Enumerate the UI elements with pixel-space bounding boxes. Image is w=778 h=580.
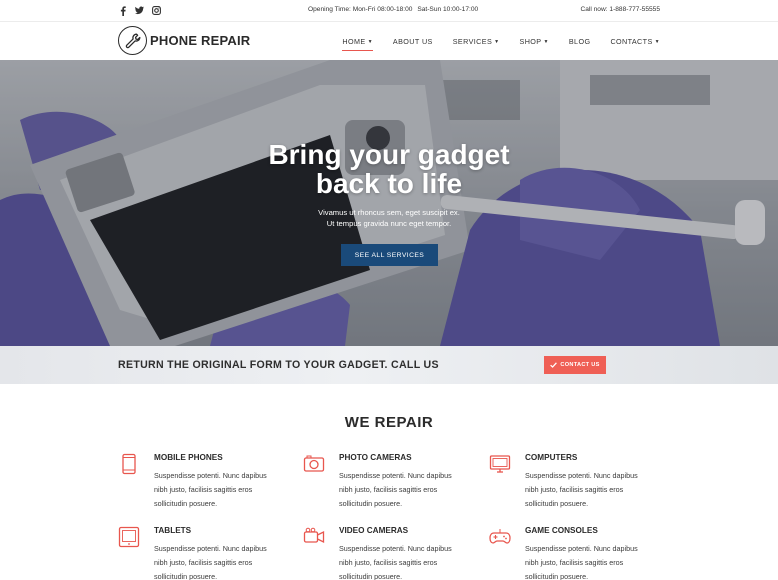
call-number[interactable]: 1-888-777-55555 <box>609 6 660 13</box>
mobile-phone-icon <box>122 453 136 475</box>
service-description: Suspendisse potenti. Nunc dapibus nibh j… <box>339 471 452 508</box>
nav-label: SHOP <box>519 37 542 46</box>
service-name: PHOTO CAMERAS <box>339 453 412 462</box>
nav-label: BLOG <box>568 37 591 46</box>
chevron-down-icon: ▼ <box>367 39 373 45</box>
hours-weekday: Mon-Fri 08:00-18:00 <box>352 6 413 13</box>
service-description: Suspendisse potenti. Nunc dapibus nibh j… <box>154 544 267 580</box>
site-header: PHONE REPAIR HOME ▼ ABOUT US SERVICES ▼ SH… <box>0 22 778 60</box>
nav-item-shop[interactable]: SHOP ▼ <box>520 37 549 46</box>
check-icon <box>550 362 558 368</box>
nav-label: ABOUT US <box>392 37 433 46</box>
hero-overlay <box>0 60 778 346</box>
twitter-icon[interactable] <box>135 5 144 16</box>
logo-text: PHONE REPAIR <box>150 33 251 48</box>
nav-item-services[interactable]: SERVICES ▼ <box>453 37 500 46</box>
gamepad-icon <box>489 529 511 544</box>
hero-subtitle-line-1: Vivamus ut rhoncus sem, eget suscipit ex… <box>318 208 460 217</box>
video-camera-icon <box>303 527 325 544</box>
nav-label: SERVICES <box>452 37 493 46</box>
service-description: Suspendisse potenti. Nunc dapibus nibh j… <box>339 544 452 580</box>
hero-banner: Bring your gadget back to life Vivamus u… <box>0 60 778 346</box>
social-links <box>118 5 161 16</box>
chevron-down-icon: ▼ <box>654 39 660 45</box>
service-description: Suspendisse potenti. Nunc dapibus nibh j… <box>154 471 267 508</box>
chevron-down-icon: ▼ <box>543 39 549 45</box>
cta-strip: RETURN THE ORIGINAL FORM TO YOUR GADGET.… <box>0 346 778 384</box>
service-name: VIDEO CAMERAS <box>339 526 409 535</box>
service-name: MOBILE PHONES <box>154 453 223 462</box>
camera-icon <box>303 455 325 472</box>
service-description: Suspendisse potenti. Nunc dapibus nibh j… <box>525 544 638 580</box>
wrench-icon <box>118 26 147 55</box>
hero-title: Bring your gadget back to life <box>0 140 778 198</box>
opening-hours: Opening Time: Mon-Fri 08:00-18:00 Sat-Su… <box>308 6 478 13</box>
top-bar: Opening Time: Mon-Fri 08:00-18:00 Sat-Su… <box>0 0 778 22</box>
cta-text: RETURN THE ORIGINAL FORM TO YOUR GADGET.… <box>118 359 439 371</box>
call-label: Call now: <box>580 6 608 13</box>
see-all-services-button[interactable]: SEE ALL SERVICES <box>341 244 438 266</box>
logo[interactable]: PHONE REPAIR <box>118 26 250 55</box>
contact-us-label: CONTACT US <box>560 362 600 368</box>
contact-us-button[interactable]: CONTACT US <box>544 356 606 374</box>
nav-label: HOME <box>342 37 366 46</box>
section-title-we-repair: WE REPAIR <box>344 414 434 431</box>
hero-subtitle: Vivamus ut rhoncus sem, eget suscipit ex… <box>0 207 778 229</box>
main-nav: HOME ▼ ABOUT US SERVICES ▼ SHOP ▼ BLOG CONT… <box>342 37 660 51</box>
service-name: GAME CONSOLES <box>525 526 598 535</box>
hours-weekend: Sat-Sun 10:00-17:00 <box>417 6 479 13</box>
hero-title-line-1: Bring your gadget <box>268 139 510 170</box>
hero-subtitle-line-2: Ut tempus gravida nunc eget tempor. <box>326 219 452 228</box>
facebook-icon[interactable] <box>118 5 127 16</box>
service-description: Suspendisse potenti. Nunc dapibus nibh j… <box>525 471 638 508</box>
tablet-icon <box>118 526 140 548</box>
instagram-icon[interactable] <box>152 5 161 16</box>
monitor-icon <box>489 455 511 473</box>
service-name: TABLETS <box>154 526 192 535</box>
hours-label: Opening Time: <box>308 6 351 13</box>
service-name: COMPUTERS <box>525 453 578 462</box>
hero-title-line-2: back to life <box>315 168 463 199</box>
nav-item-home[interactable]: HOME ▼ <box>342 37 373 51</box>
nav-item-blog[interactable]: BLOG <box>569 37 591 46</box>
nav-item-about-us[interactable]: ABOUT US <box>393 37 433 46</box>
chevron-down-icon: ▼ <box>494 39 500 45</box>
call-info: Call now: 1-888-777-55555 <box>580 6 660 13</box>
nav-item-contacts[interactable]: CONTACTS ▼ <box>610 37 660 46</box>
nav-label: CONTACTS <box>610 37 653 46</box>
